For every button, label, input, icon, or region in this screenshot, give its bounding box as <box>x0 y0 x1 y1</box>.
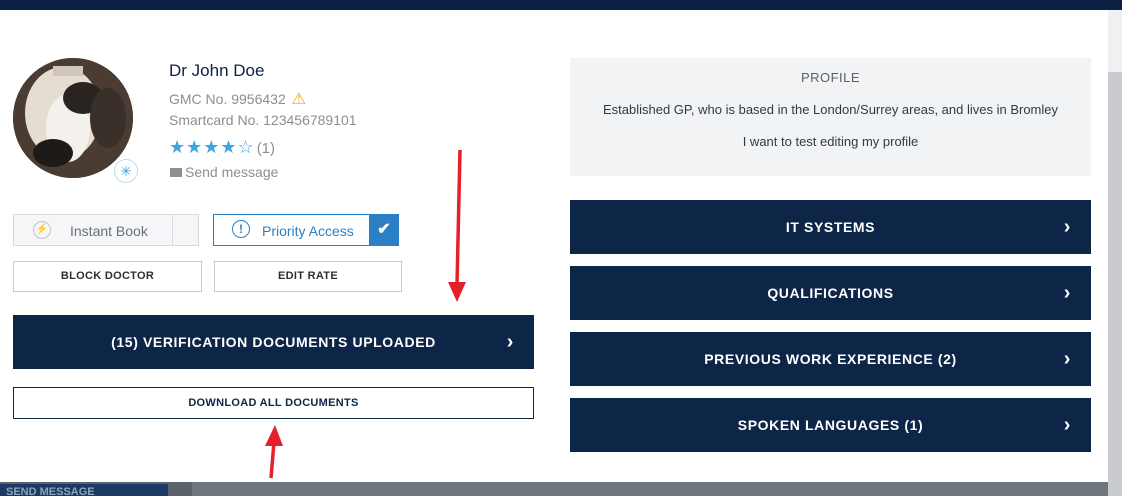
up-arrow-annotation <box>265 425 283 479</box>
annotation-arrows <box>265 149 466 479</box>
down-arrow-annotation <box>448 149 466 302</box>
